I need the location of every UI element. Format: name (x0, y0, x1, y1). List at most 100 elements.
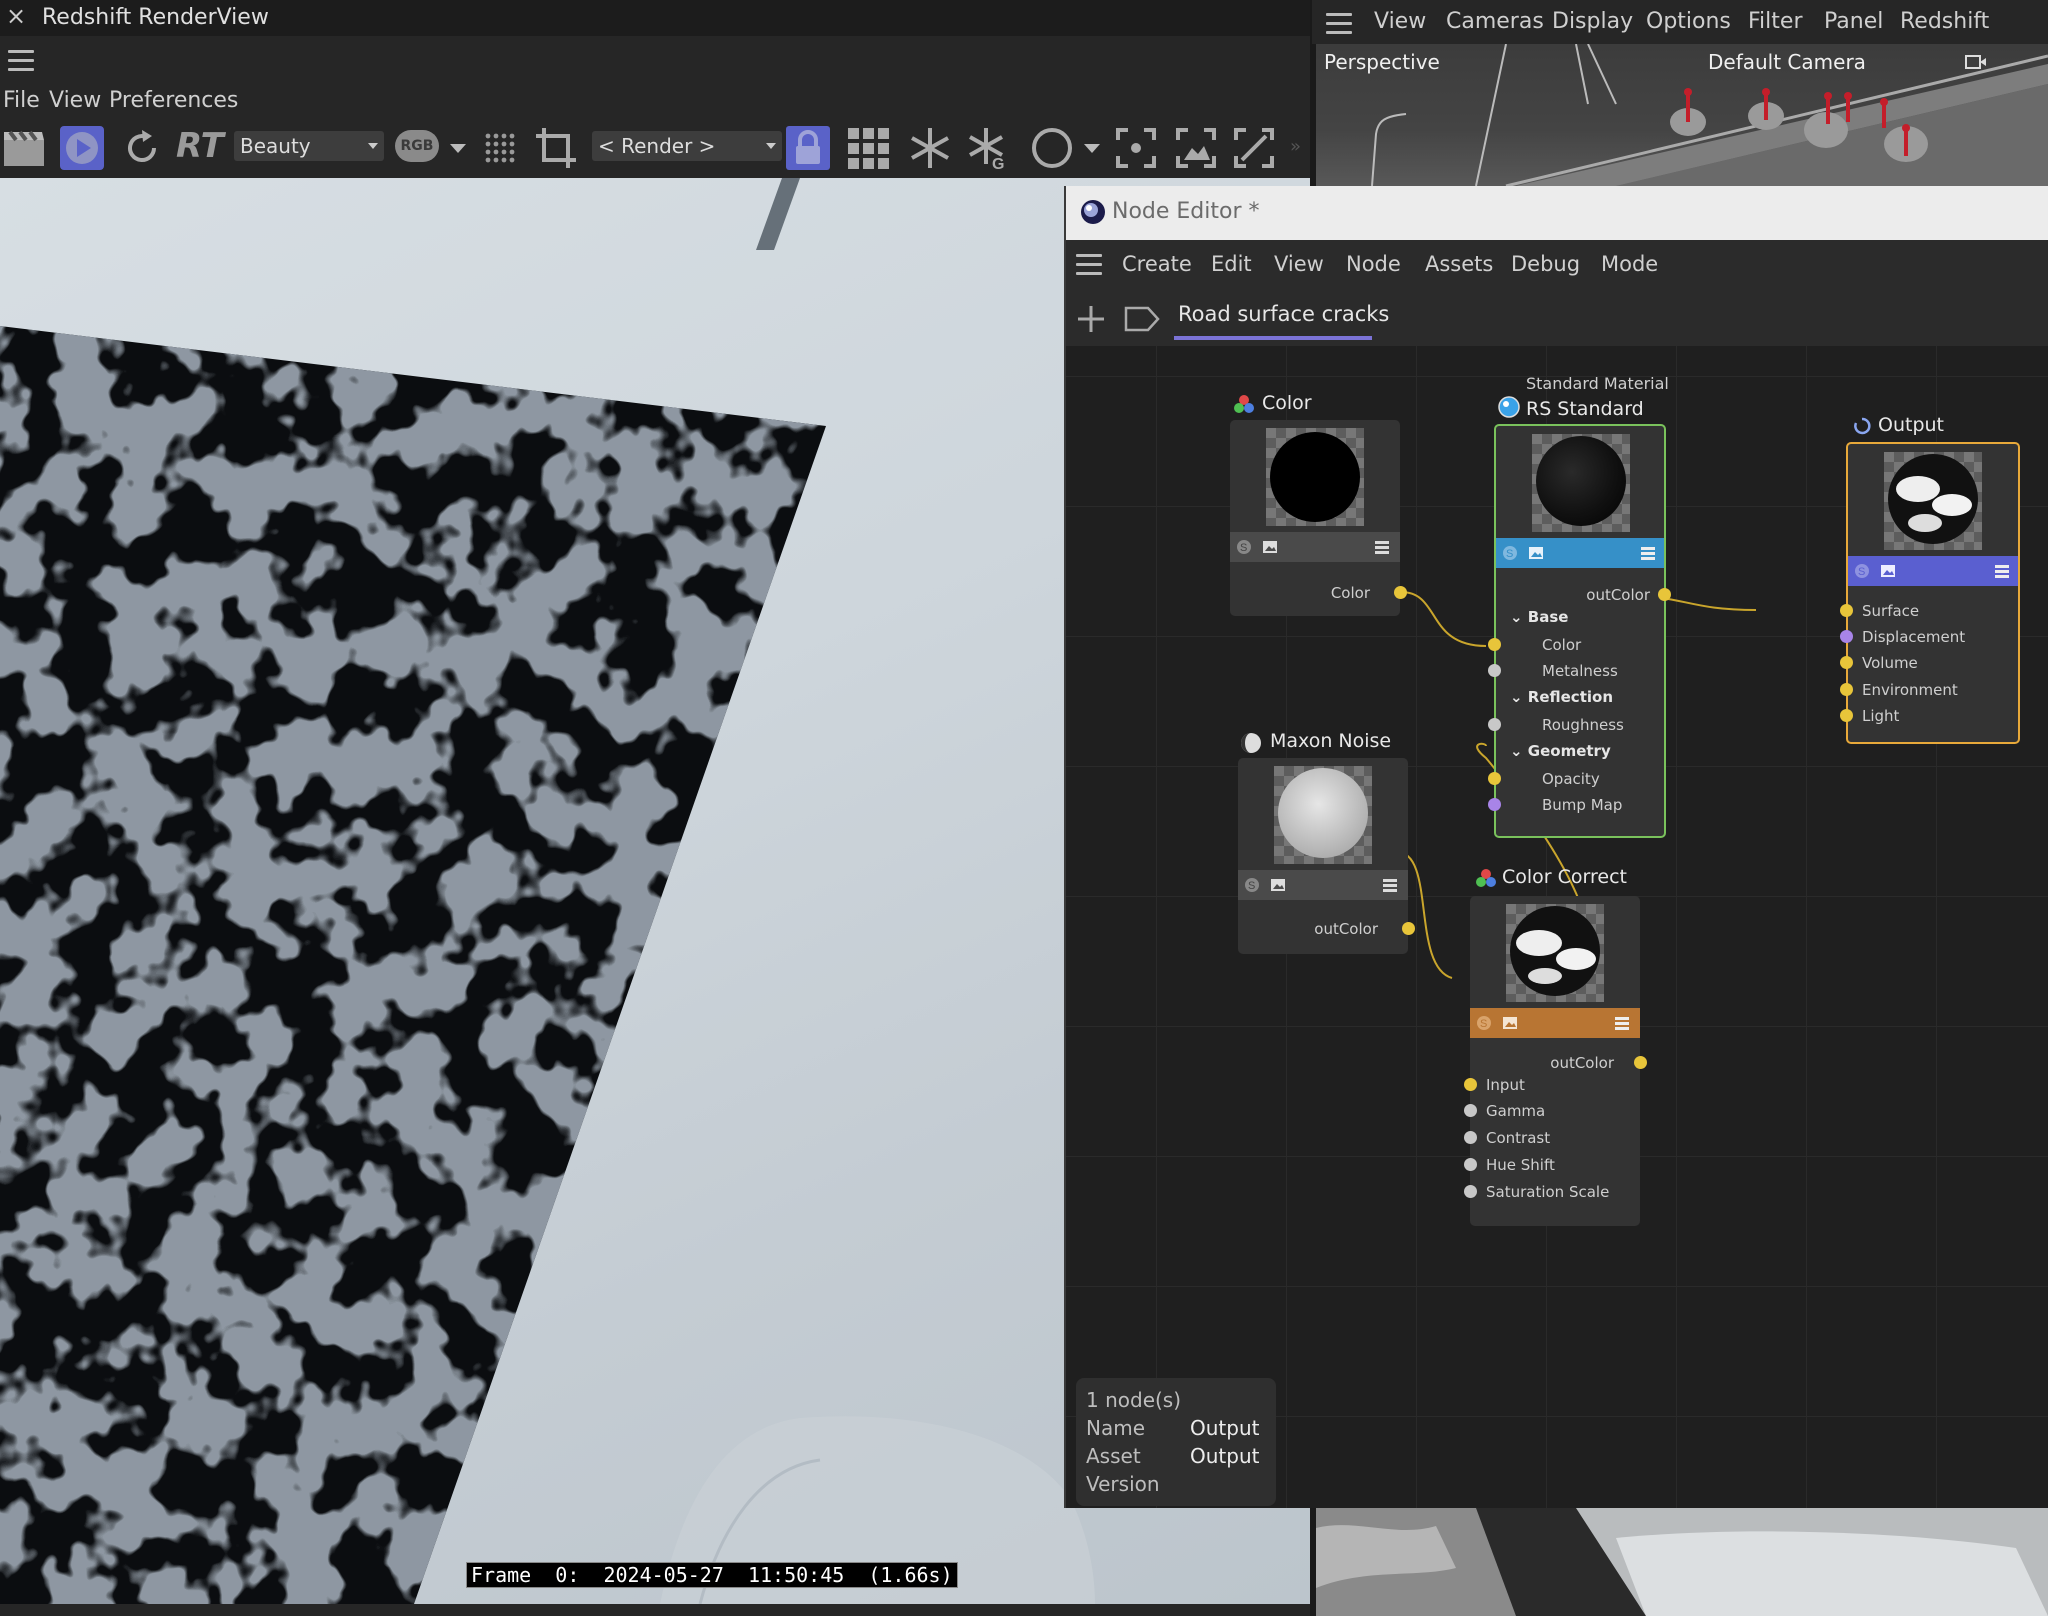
hamburger-menu-icon[interactable] (1326, 13, 1352, 40)
input-metalness-label: Metalness (1542, 662, 1618, 680)
preview-image-icon[interactable] (1502, 1015, 1518, 1031)
hamburger-menu-icon[interactable] (1076, 254, 1102, 281)
start-render-button[interactable] (60, 126, 104, 170)
section-base[interactable]: ⌄ Base (1510, 608, 1568, 626)
viewport-menu-panel[interactable]: Panel (1824, 9, 1883, 34)
input-bump-map-port[interactable] (1488, 798, 1501, 811)
color-correct-preview (1470, 896, 1640, 1008)
solo-icon[interactable]: S (1502, 545, 1518, 561)
input-metalness-port[interactable] (1488, 664, 1501, 677)
rs-standard-node[interactable]: S outColor ⌄ Base Color Metalness ⌄ Refl… (1488, 424, 1671, 838)
node-menu-icon[interactable] (1640, 545, 1656, 561)
aov-dropdown[interactable]: Beauty (234, 131, 384, 161)
input-opacity-port[interactable] (1488, 772, 1501, 785)
snowflake-gpu-icon[interactable]: G (966, 126, 1010, 170)
node-menu-icon[interactable] (1374, 539, 1390, 555)
input-surface-port[interactable] (1840, 604, 1853, 617)
solo-icon[interactable]: S (1854, 563, 1870, 579)
viewport-menu-cameras[interactable]: Cameras (1446, 9, 1544, 34)
clapperboard-icon[interactable] (2, 126, 46, 170)
ne-menu-edit[interactable]: Edit (1211, 252, 1252, 276)
viewport-menu-redshift[interactable]: Redshift (1900, 9, 1989, 34)
refresh-icon[interactable] (120, 126, 164, 170)
ne-menu-create[interactable]: Create (1122, 252, 1192, 276)
hamburger-menu-icon[interactable] (8, 50, 34, 77)
node-editor-titlebar[interactable]: Node Editor * (1066, 186, 2048, 240)
color-correct-node[interactable]: S outColor Input Gamma Contrast Hue Shif… (1464, 896, 1647, 1226)
viewport-menu-filter[interactable]: Filter (1748, 9, 1802, 34)
add-tab-icon[interactable] (1076, 304, 1106, 334)
ne-menu-node[interactable]: Node (1346, 252, 1401, 276)
input-gamma-port[interactable] (1464, 1104, 1477, 1117)
viewport-projection-label[interactable]: Perspective (1324, 50, 1440, 74)
ne-menu-view[interactable]: View (1274, 252, 1324, 276)
input-volume-port[interactable] (1840, 656, 1853, 669)
snowflake-icon[interactable] (908, 126, 952, 170)
menu-file[interactable]: File (3, 88, 40, 113)
node-graph-canvas[interactable]: Color S Color Standard Material RS Stand… (1066, 346, 2048, 1508)
color-correct-output-port[interactable] (1634, 1056, 1647, 1069)
preview-image-icon[interactable] (1528, 545, 1544, 561)
solo-icon[interactable]: S (1476, 1015, 1492, 1031)
input-contrast-label: Contrast (1486, 1129, 1551, 1147)
preview-image-icon[interactable] (1262, 539, 1278, 555)
chevron-down-icon[interactable] (1084, 144, 1100, 153)
input-environment-port[interactable] (1840, 683, 1853, 696)
section-reflection[interactable]: ⌄ Reflection (1510, 688, 1613, 706)
rs-standard-subtitle: Standard Material (1526, 374, 1669, 393)
viewport-menu-view[interactable]: View (1374, 9, 1426, 34)
render-camera-dropdown[interactable]: < Render > (592, 131, 782, 161)
input-input-port[interactable] (1464, 1078, 1477, 1091)
color-node[interactable]: S Color (1230, 420, 1407, 616)
input-saturation-scale-port[interactable] (1464, 1185, 1477, 1198)
node-menu-icon[interactable] (1382, 877, 1398, 893)
input-hue-shift-port[interactable] (1464, 1158, 1477, 1171)
toolbar-overflow-icon[interactable]: » (1290, 136, 1301, 157)
solo-icon[interactable]: S (1244, 877, 1260, 893)
input-roughness-port[interactable] (1488, 718, 1501, 731)
preview-image-icon[interactable] (1270, 877, 1286, 893)
section-geometry[interactable]: ⌄ Geometry (1510, 742, 1611, 760)
maxon-noise-output-port[interactable] (1402, 922, 1415, 935)
rgb-channel-button[interactable]: RGB (395, 130, 439, 162)
ne-menu-mode[interactable]: Mode (1601, 252, 1658, 276)
output-node[interactable]: S Surface Displacement Volume Environmen… (1840, 442, 2020, 744)
node-menu-icon[interactable] (1614, 1015, 1630, 1031)
preview-image-icon[interactable] (1880, 563, 1896, 579)
ne-menu-debug[interactable]: Debug (1511, 252, 1580, 276)
viewport-camera-label[interactable]: Default Camera (1708, 50, 1866, 74)
input-light-port[interactable] (1840, 709, 1853, 722)
viewport-menu-display[interactable]: Display (1552, 9, 1633, 34)
crop-icon[interactable] (534, 126, 578, 170)
maxon-noise-node[interactable]: S outColor (1238, 758, 1415, 954)
renderview-panel-menu-row (0, 36, 1310, 84)
lock-button[interactable] (786, 126, 830, 170)
input-contrast-port[interactable] (1464, 1131, 1477, 1144)
chevron-down-icon[interactable] (450, 144, 466, 153)
compare-icon[interactable] (1232, 126, 1276, 170)
color-node-output-port[interactable] (1394, 586, 1407, 599)
renderview-bottom-edge (0, 1604, 1310, 1616)
viewport-menu-options[interactable]: Options (1646, 9, 1731, 34)
camera-link-icon[interactable] (1964, 52, 1988, 72)
tag-icon[interactable] (1124, 306, 1160, 332)
focus-region-icon[interactable] (1114, 126, 1158, 170)
menu-view[interactable]: View (49, 88, 101, 113)
menu-preferences[interactable]: Preferences (109, 88, 238, 113)
info-asset-value: Output (1190, 1444, 1260, 1468)
rt-toggle[interactable]: RT (176, 126, 224, 166)
ne-menu-assets[interactable]: Assets (1425, 252, 1493, 276)
input-displacement-port[interactable] (1840, 630, 1853, 643)
solo-icon[interactable]: S (1236, 539, 1252, 555)
dots-grid-icon[interactable] (478, 126, 522, 170)
fit-image-icon[interactable] (1174, 126, 1218, 170)
close-icon[interactable]: × (6, 2, 26, 30)
circle-select-icon[interactable] (1030, 126, 1074, 170)
node-menu-icon[interactable] (1994, 563, 2010, 579)
viewport-3d-scene[interactable]: Perspective Default Camera (1316, 44, 2048, 186)
grid-icon[interactable] (846, 126, 890, 170)
wire-color-to-base-color (1400, 591, 1487, 647)
input-color-port[interactable] (1488, 638, 1501, 651)
rs-standard-output-port[interactable] (1658, 588, 1671, 601)
tab-road-surface-cracks[interactable]: Road surface cracks (1178, 302, 1389, 326)
